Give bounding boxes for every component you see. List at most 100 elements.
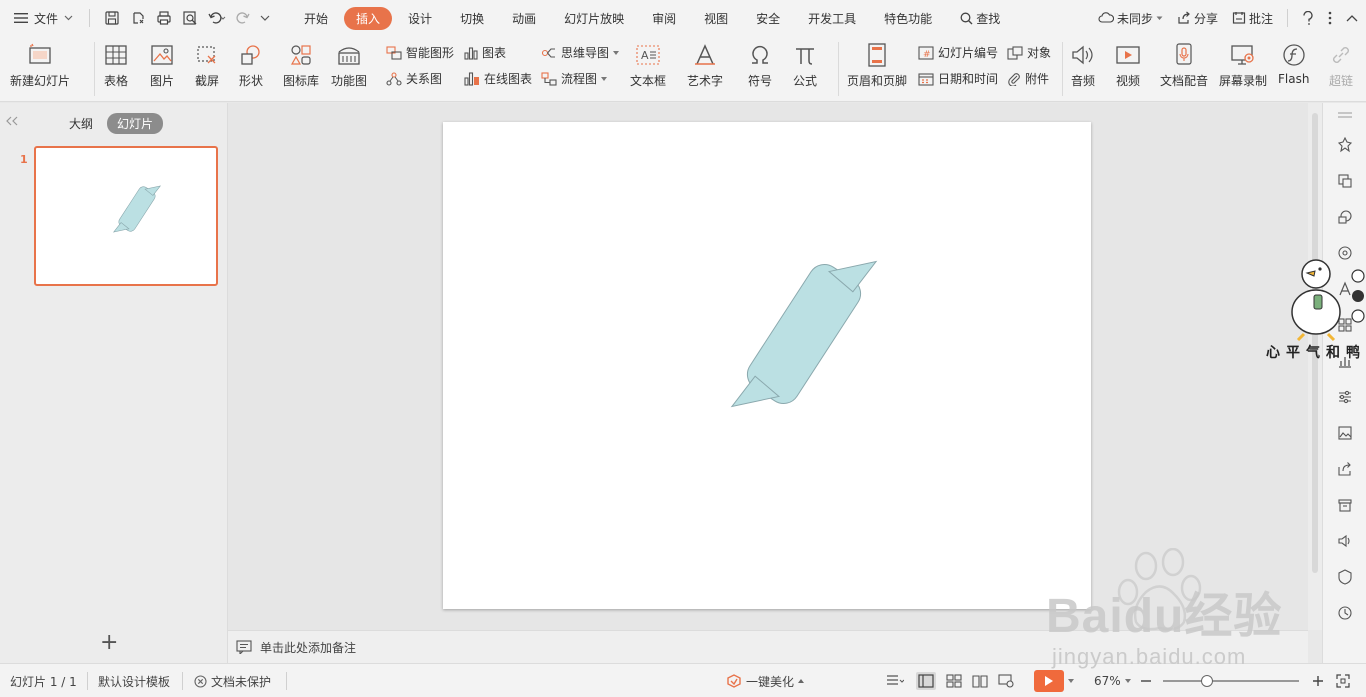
pin-icon[interactable]: [1335, 135, 1355, 155]
screen-record-button[interactable]: 屏幕录制: [1219, 36, 1267, 89]
header-footer-button[interactable]: 页眉和页脚: [847, 36, 907, 89]
customize-toolbar-icon[interactable]: [260, 14, 270, 22]
more-icon[interactable]: [1328, 11, 1332, 25]
object-button[interactable]: 对象: [1007, 44, 1051, 61]
chart-button[interactable]: 图表: [464, 44, 506, 61]
art-text-button[interactable]: 艺术字: [687, 36, 723, 89]
hyperlink-button[interactable]: 超链: [1328, 36, 1354, 89]
smart-art-button[interactable]: 智能图形: [386, 44, 454, 61]
picture-button[interactable]: 图片: [149, 36, 175, 89]
formula-label: 公式: [792, 74, 817, 88]
template-name[interactable]: 默认设计模板: [98, 664, 170, 697]
archive-icon[interactable]: [1335, 495, 1355, 515]
table-button[interactable]: 表格: [103, 36, 129, 89]
shape-panel-icon[interactable]: [1335, 207, 1355, 227]
icon-library-button[interactable]: 图标库: [283, 36, 319, 89]
shape-button[interactable]: 形状: [238, 36, 264, 89]
online-chart-button[interactable]: 在线图表: [464, 70, 532, 87]
save-icon[interactable]: [104, 10, 120, 26]
beautify-button[interactable]: 一键美化: [726, 664, 805, 697]
play-icon: [1034, 670, 1064, 692]
mind-map-button[interactable]: 思维导图: [541, 44, 620, 61]
normal-view-button[interactable]: [916, 664, 936, 697]
drag-handle-icon[interactable]: [1335, 105, 1355, 125]
format-icon[interactable]: [1335, 171, 1355, 191]
export-icon[interactable]: [130, 10, 146, 26]
video-button[interactable]: 视频: [1115, 36, 1141, 89]
zoom-out-button[interactable]: [1140, 664, 1152, 697]
tab-review[interactable]: 审阅: [640, 7, 688, 30]
shield-off-icon: [194, 674, 207, 688]
function-chart-button[interactable]: 功能图: [331, 36, 367, 89]
sync-button[interactable]: 未同步: [1098, 10, 1163, 27]
relation-chart-button[interactable]: 关系图: [386, 70, 442, 87]
notes-bar[interactable]: 单击此处添加备注: [228, 630, 1308, 663]
zoom-knob[interactable]: [1201, 675, 1213, 687]
print-preview-icon[interactable]: [182, 10, 198, 26]
new-slide-button[interactable]: 新建幻灯片: [10, 36, 70, 89]
attachment-button[interactable]: 附件: [1007, 70, 1049, 87]
tab-developer[interactable]: 开发工具: [796, 7, 868, 30]
presenter-view-button[interactable]: [998, 664, 1014, 697]
tab-outline[interactable]: 大纲: [69, 115, 93, 132]
flash-button[interactable]: Flash: [1278, 36, 1309, 86]
collapse-panel-icon[interactable]: [6, 115, 18, 129]
screenshot-button[interactable]: 截屏: [194, 36, 220, 89]
redo-icon[interactable]: [236, 11, 250, 25]
reading-view-button[interactable]: [972, 664, 988, 697]
share-button[interactable]: 分享: [1177, 10, 1218, 27]
tab-design[interactable]: 设计: [396, 7, 444, 30]
zoom-slider[interactable]: [1163, 664, 1299, 697]
text-box-button[interactable]: A 文本框: [630, 36, 666, 89]
tab-features[interactable]: 特色功能: [872, 7, 944, 30]
tab-animation[interactable]: 动画: [500, 7, 548, 30]
undo-icon[interactable]: [208, 11, 226, 25]
audio-button[interactable]: 音频: [1070, 36, 1096, 89]
security-icon[interactable]: [1335, 567, 1355, 587]
collapse-ribbon-icon[interactable]: [1346, 14, 1358, 22]
protection-status[interactable]: 文档未保护: [194, 664, 271, 697]
zoom-in-button[interactable]: [1312, 664, 1324, 697]
slide-canvas[interactable]: [443, 122, 1091, 609]
image-panel-icon[interactable]: [1335, 423, 1355, 443]
tab-insert[interactable]: 插入: [344, 6, 393, 30]
audio-panel-icon[interactable]: [1335, 531, 1355, 551]
symbol-button[interactable]: 符号: [747, 36, 773, 89]
file-menu-button[interactable]: 文件: [0, 0, 83, 36]
tab-view[interactable]: 视图: [692, 7, 740, 30]
add-slide-button[interactable]: +: [100, 630, 118, 655]
print-icon[interactable]: [156, 10, 172, 26]
fit-window-button[interactable]: [1336, 664, 1350, 697]
play-slideshow-button[interactable]: [1034, 664, 1074, 697]
help-icon[interactable]: [1302, 10, 1314, 26]
tab-transition[interactable]: 切换: [448, 7, 496, 30]
slide-number-button[interactable]: # 幻灯片编号: [918, 44, 998, 61]
history-icon[interactable]: [1335, 603, 1355, 623]
slide-sorter-button[interactable]: [946, 664, 962, 697]
tab-home[interactable]: 开始: [292, 7, 340, 30]
tab-slides[interactable]: 幻灯片: [107, 113, 164, 134]
date-time-button[interactable]: 日期和时间: [918, 70, 998, 87]
slide-number-label: 幻灯片编号: [938, 46, 999, 60]
hyperlink-label: 超链: [1328, 74, 1353, 88]
chevron-down-icon: [613, 50, 620, 55]
tab-slideshow[interactable]: 幻灯片放映: [552, 7, 636, 30]
slide-panel: 大纲 幻灯片 1 +: [0, 103, 228, 663]
candy-shape[interactable]: [443, 122, 1091, 609]
zoom-level[interactable]: 67%: [1094, 664, 1131, 697]
settings-sliders-icon[interactable]: [1335, 387, 1355, 407]
share-panel-icon[interactable]: [1335, 459, 1355, 479]
zoom-track[interactable]: [1163, 675, 1299, 687]
comment-button[interactable]: 批注: [1232, 10, 1273, 27]
slide-thumbnail[interactable]: [34, 146, 218, 286]
chevron-down-icon: [601, 76, 608, 81]
flow-chart-button[interactable]: 流程图: [541, 70, 608, 87]
notes-view-button[interactable]: [886, 664, 904, 697]
tab-security[interactable]: 安全: [744, 7, 792, 30]
formula-button[interactable]: 公式: [792, 36, 818, 89]
search-button[interactable]: 查找: [948, 7, 1012, 30]
sync-label: 未同步: [1116, 11, 1153, 26]
doc-voice-button[interactable]: 文档配音: [1160, 36, 1208, 89]
vertical-scrollbar[interactable]: [1308, 103, 1322, 630]
chevron-down-icon: [64, 15, 73, 21]
